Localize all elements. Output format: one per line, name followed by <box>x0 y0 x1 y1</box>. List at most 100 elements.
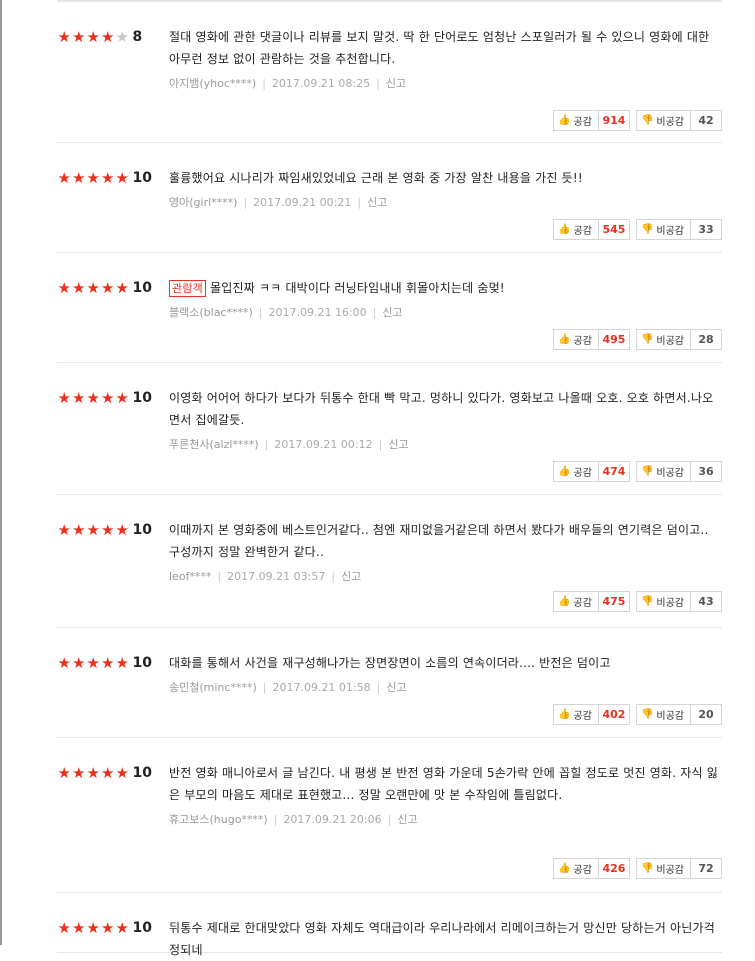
thumbs-up-icon: 👍 <box>558 224 571 235</box>
review-author[interactable]: 블랙소(blac****) <box>169 306 253 319</box>
review-author[interactable]: 휴고보스(hugo****) <box>169 813 268 826</box>
review-score: ★ ★ ★ ★ ★ 10 <box>57 918 152 938</box>
viewer-badge: 관람객 <box>169 280 206 297</box>
dislike-label-wrap: 👎 비공감 <box>637 705 691 724</box>
thumbs-down-icon: 👎 <box>640 224 654 235</box>
dislike-button[interactable]: 👎 비공감 72 <box>635 858 722 879</box>
star-icon: ★ <box>101 918 115 937</box>
review-text-content: 훌륭했어요 시나리가 짜임새있었네요 근래 본 영화 중 가장 알찬 내용을 가… <box>169 171 583 185</box>
like-button[interactable]: 👍 공감 474 <box>553 461 630 482</box>
like-count: 545 <box>602 223 626 236</box>
score-number: 10 <box>132 170 152 186</box>
star-icon: ★ <box>101 27 115 46</box>
score-number: 10 <box>132 765 152 781</box>
dislike-label: 비공감 <box>656 226 684 237</box>
star-icon: ★ <box>86 168 100 187</box>
star-icon: ★ <box>72 388 86 407</box>
review-text: 이때까지 본 영화중에 베스트인거같다.. 첨엔 재미없을거같은데 하면서 봤다… <box>169 519 722 563</box>
star-icon: ★ <box>57 278 71 297</box>
dislike-button[interactable]: 👎 비공감 42 <box>635 110 722 131</box>
dislike-button[interactable]: 👎 비공감 36 <box>635 461 722 482</box>
review-date: 2017.09.21 01:58 <box>272 681 371 694</box>
report-link[interactable]: 신고 <box>386 681 406 694</box>
review-author[interactable]: leof**** <box>169 570 211 583</box>
meta-separator: | <box>387 813 392 826</box>
like-button[interactable]: 👍 공감 402 <box>553 704 630 725</box>
thumbs-up-icon: 👍 <box>558 115 571 126</box>
dislike-button[interactable]: 👎 비공감 28 <box>635 329 722 350</box>
report-link[interactable]: 신고 <box>341 570 361 583</box>
star-icon: ★ <box>101 168 115 187</box>
review-date: 2017.09.21 08:25 <box>271 77 371 90</box>
dislike-label: 비공감 <box>656 865 684 876</box>
like-label: 공감 <box>573 711 592 722</box>
dislike-count: 43 <box>698 595 714 608</box>
vote-buttons: 👍 공감 914 👎 비공감 42 <box>547 110 722 131</box>
star-icon: ★ <box>86 278 100 297</box>
review-author[interactable]: 영아(girl****) <box>169 196 237 209</box>
review-body: 절대 영화에 관한 댓글이나 리뷰를 보지 말것. 딱 한 단어로도 엄청난 스… <box>169 26 722 92</box>
review-date: 2017.09.21 20:06 <box>283 813 382 826</box>
thumbs-up-icon: 👍 <box>558 466 571 477</box>
review-item: ★ ★ ★ ★ ★ 10 이때까지 본 영화중에 베스트인거같다.. 첨엔 재미없을거같은데… <box>57 495 722 628</box>
star-icon: ★ <box>115 388 129 407</box>
dislike-count: 72 <box>698 862 714 875</box>
meta-separator: | <box>262 681 267 694</box>
report-link[interactable]: 신고 <box>397 813 417 826</box>
star-icon: ★ <box>57 168 71 187</box>
like-button[interactable]: 👍 공감 914 <box>553 110 630 131</box>
review-text: 절대 영화에 관한 댓글이나 리뷰를 보지 말것. 딱 한 단어로도 엄청난 스… <box>169 26 722 70</box>
dislike-button[interactable]: 👎 비공감 20 <box>635 704 722 725</box>
dislike-label-wrap: 👎 비공감 <box>637 859 691 878</box>
review-text: 관람객 몰입진짜 ㅋㅋ 대박이다 러닝타임내내 휘몰아치는데 숨멎! <box>169 277 722 299</box>
vote-buttons: 👍 공감 475 👎 비공감 43 <box>547 591 722 612</box>
dislike-button[interactable]: 👎 비공감 43 <box>635 591 722 612</box>
vote-buttons: 👍 공감 402 👎 비공감 20 <box>547 704 722 725</box>
like-label-wrap: 👍 공감 <box>554 462 599 481</box>
review-body: 반전 영화 매니아로서 글 남긴다. 내 평생 본 반전 영화 가운데 5손가락… <box>169 762 722 828</box>
thumbs-up-icon: 👍 <box>558 863 571 874</box>
thumbs-down-icon: 👎 <box>640 709 654 720</box>
meta-separator: | <box>262 77 266 90</box>
star-rating: ★ ★ ★ ★ ★ <box>57 763 130 782</box>
review-score: ★ ★ ★ ★ ★ 10 <box>57 763 152 783</box>
report-link[interactable]: 신고 <box>367 196 387 209</box>
report-link[interactable]: 신고 <box>386 77 406 90</box>
like-label: 공감 <box>573 336 592 347</box>
star-icon: ★ <box>101 763 115 782</box>
review-item: ★ ★ ★ ★ ★ 10 관람객 몰입진짜 ㅋㅋ 대박이다 러닝타임내내 휘몰아치는데 숨멎!… <box>57 253 722 363</box>
review-author[interactable]: 아지뱀(yhoc****) <box>169 77 256 90</box>
like-label: 공감 <box>573 598 592 609</box>
star-rating: ★ ★ ★ ★ ★ <box>57 388 130 407</box>
like-button[interactable]: 👍 공감 426 <box>553 858 630 879</box>
star-icon: ★ <box>101 388 115 407</box>
review-item: ★ ★ ★ ★ ★ 10 대화를 통해서 사건을 재구성해나가는 장면장면이 소름의 연속이… <box>57 628 722 738</box>
review-body: 훌륭했어요 시나리가 짜임새있었네요 근래 본 영화 중 가장 알찬 내용을 가… <box>169 167 722 211</box>
review-text: 뒤통수 제대로 한대맞았다 영화 자체도 역대급이라 우리나라에서 리메이크하는… <box>169 917 722 961</box>
star-icon: ★ <box>72 27 86 46</box>
meta-separator: | <box>378 438 383 451</box>
review-author[interactable]: 푸른천사(alzl****) <box>169 438 259 451</box>
review-meta: 블랙소(blac****) | 2017.09.21 16:00 | 신고 <box>169 305 722 321</box>
star-icon: ★ <box>86 388 100 407</box>
report-link[interactable]: 신고 <box>382 306 402 319</box>
report-link[interactable]: 신고 <box>388 438 408 451</box>
meta-separator: | <box>376 77 380 90</box>
dislike-count: 33 <box>698 223 714 236</box>
like-label: 공감 <box>573 226 592 237</box>
review-date: 2017.09.21 16:00 <box>268 306 367 319</box>
review-date: 2017.09.21 00:21 <box>253 196 352 209</box>
star-icon: ★ <box>72 918 86 937</box>
like-label-wrap: 👍 공감 <box>554 111 599 130</box>
review-text: 반전 영화 매니아로서 글 남긴다. 내 평생 본 반전 영화 가운데 5손가락… <box>169 762 722 806</box>
score-number: 10 <box>132 280 152 296</box>
review-author[interactable]: 송민철(minc****) <box>169 681 257 694</box>
star-icon: ★ <box>115 653 129 672</box>
like-button[interactable]: 👍 공감 495 <box>553 329 630 350</box>
like-button[interactable]: 👍 공감 545 <box>553 219 630 240</box>
like-button[interactable]: 👍 공감 475 <box>553 591 630 612</box>
score-number: 8 <box>132 29 143 45</box>
thumbs-up-icon: 👍 <box>558 334 571 345</box>
review-score: ★ ★ ★ ★ ★ 10 <box>57 653 152 673</box>
dislike-button[interactable]: 👎 비공감 33 <box>635 219 722 240</box>
